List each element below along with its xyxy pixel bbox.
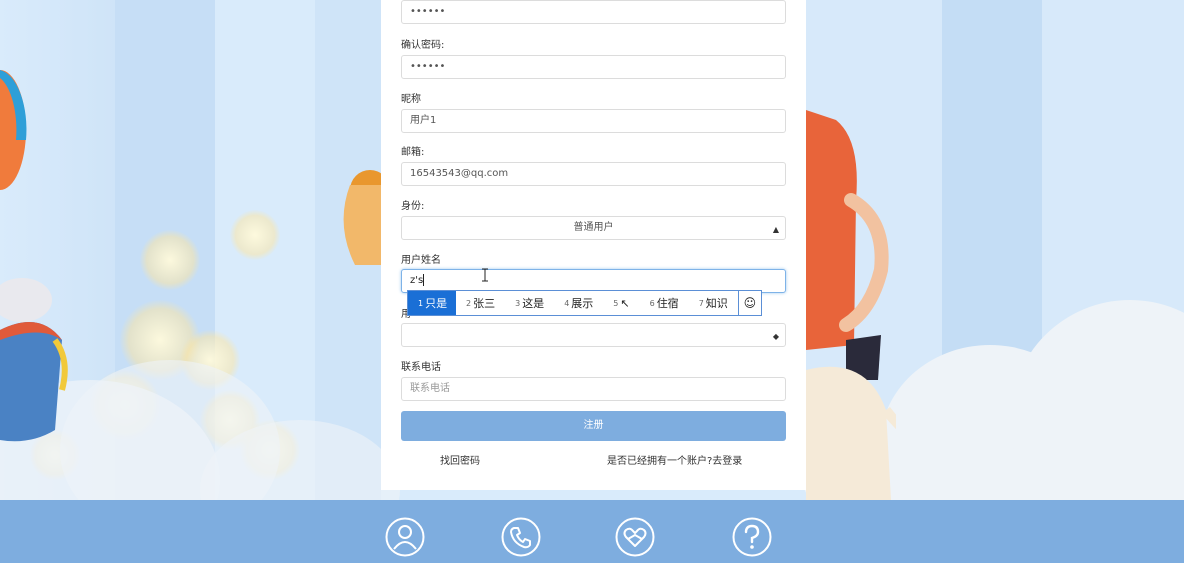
email-label: 邮箱: bbox=[401, 147, 425, 158]
confirm-password-value: •••••• bbox=[410, 61, 446, 72]
confirm-password-field[interactable]: •••••• bbox=[401, 55, 786, 79]
ime-candidate-number: 5 bbox=[613, 298, 619, 308]
footer-bar bbox=[0, 500, 1184, 563]
phone-icon[interactable] bbox=[501, 517, 541, 557]
confirm-password-label: 确认密码: bbox=[401, 40, 445, 51]
ime-candidate-4[interactable]: 4 展示 bbox=[554, 291, 603, 315]
password-field[interactable]: •••••• bbox=[401, 0, 786, 24]
ime-candidate-number: 4 bbox=[564, 298, 570, 308]
ime-candidate-text: 知识 bbox=[705, 297, 728, 310]
password-value: •••••• bbox=[410, 6, 446, 17]
forgot-password-link[interactable]: 找回密码 bbox=[440, 452, 480, 467]
go-login-link[interactable]: 是否已经拥有一个账户?去登录 bbox=[607, 452, 742, 467]
phone-field[interactable]: 联系电话 bbox=[401, 377, 786, 401]
ime-candidate-1[interactable]: 1 只是 bbox=[408, 291, 456, 315]
emoji-icon[interactable]: ☺ bbox=[737, 291, 761, 315]
ime-candidate-5[interactable]: 5 ↖ bbox=[603, 291, 639, 315]
ime-candidate-bar: 1 只是 2 张三 3 这是 4 展示 5 ↖ 6 住宿 7 知识 ☺ bbox=[407, 290, 762, 316]
register-panel: •••••• 确认密码: •••••• 昵称 用户1 邮箱: 16543543@… bbox=[381, 0, 806, 490]
ball-illustration bbox=[0, 70, 27, 190]
role-selected-value: 普通用户 bbox=[573, 222, 614, 233]
ime-candidate-text: 住宿 bbox=[656, 297, 679, 310]
nickname-label: 昵称 bbox=[401, 94, 421, 105]
hair-illustration bbox=[343, 170, 385, 265]
register-button[interactable]: 注册 bbox=[401, 411, 786, 441]
ime-candidate-3[interactable]: 3 这是 bbox=[505, 291, 554, 315]
heart-icon[interactable] bbox=[615, 517, 655, 557]
ime-candidate-number: 6 bbox=[649, 298, 655, 308]
ibeam-cursor-icon bbox=[482, 268, 488, 282]
ime-candidate-6[interactable]: 6 住宿 bbox=[640, 291, 689, 315]
text-cursor bbox=[423, 274, 425, 286]
phone-label: 联系电话 bbox=[401, 362, 441, 373]
bokeh-light bbox=[230, 210, 280, 260]
ime-candidate-text: 这是 bbox=[522, 297, 545, 310]
help-icon[interactable] bbox=[732, 517, 772, 557]
secondary-select[interactable]: ◆ bbox=[401, 323, 786, 347]
email-value: 16543543@qq.com bbox=[410, 168, 509, 179]
phone-placeholder: 联系电话 bbox=[410, 383, 450, 394]
select-arrows-icon: ▲ bbox=[772, 225, 779, 234]
nickname-value: 用户1 bbox=[410, 115, 437, 126]
role-label: 身份: bbox=[401, 201, 425, 212]
girl-illustration bbox=[806, 110, 896, 500]
ime-candidate-number: 7 bbox=[698, 298, 704, 308]
realname-value: z's bbox=[410, 275, 424, 286]
realname-label: 用户姓名 bbox=[401, 255, 441, 266]
ime-candidate-text: 只是 bbox=[425, 297, 448, 310]
user-icon[interactable] bbox=[385, 517, 425, 557]
email-field[interactable]: 16543543@qq.com bbox=[401, 162, 786, 186]
select-arrows-icon: ◆ bbox=[772, 332, 779, 341]
ime-candidate-text: 张三 bbox=[473, 297, 496, 310]
bucket-illustration bbox=[0, 278, 68, 442]
ime-candidate-7[interactable]: 7 知识 bbox=[689, 291, 738, 315]
bokeh-light bbox=[140, 230, 200, 290]
ime-candidate-text: ↖ bbox=[620, 296, 630, 310]
ime-candidate-2[interactable]: 2 张三 bbox=[456, 291, 505, 315]
ime-candidate-number: 1 bbox=[418, 298, 424, 308]
ime-candidate-text: 展示 bbox=[571, 297, 594, 310]
nickname-field[interactable]: 用户1 bbox=[401, 109, 786, 133]
ime-candidate-number: 2 bbox=[466, 298, 472, 308]
ime-candidate-number: 3 bbox=[515, 298, 521, 308]
role-select[interactable]: 普通用户 ▲ bbox=[401, 216, 786, 240]
